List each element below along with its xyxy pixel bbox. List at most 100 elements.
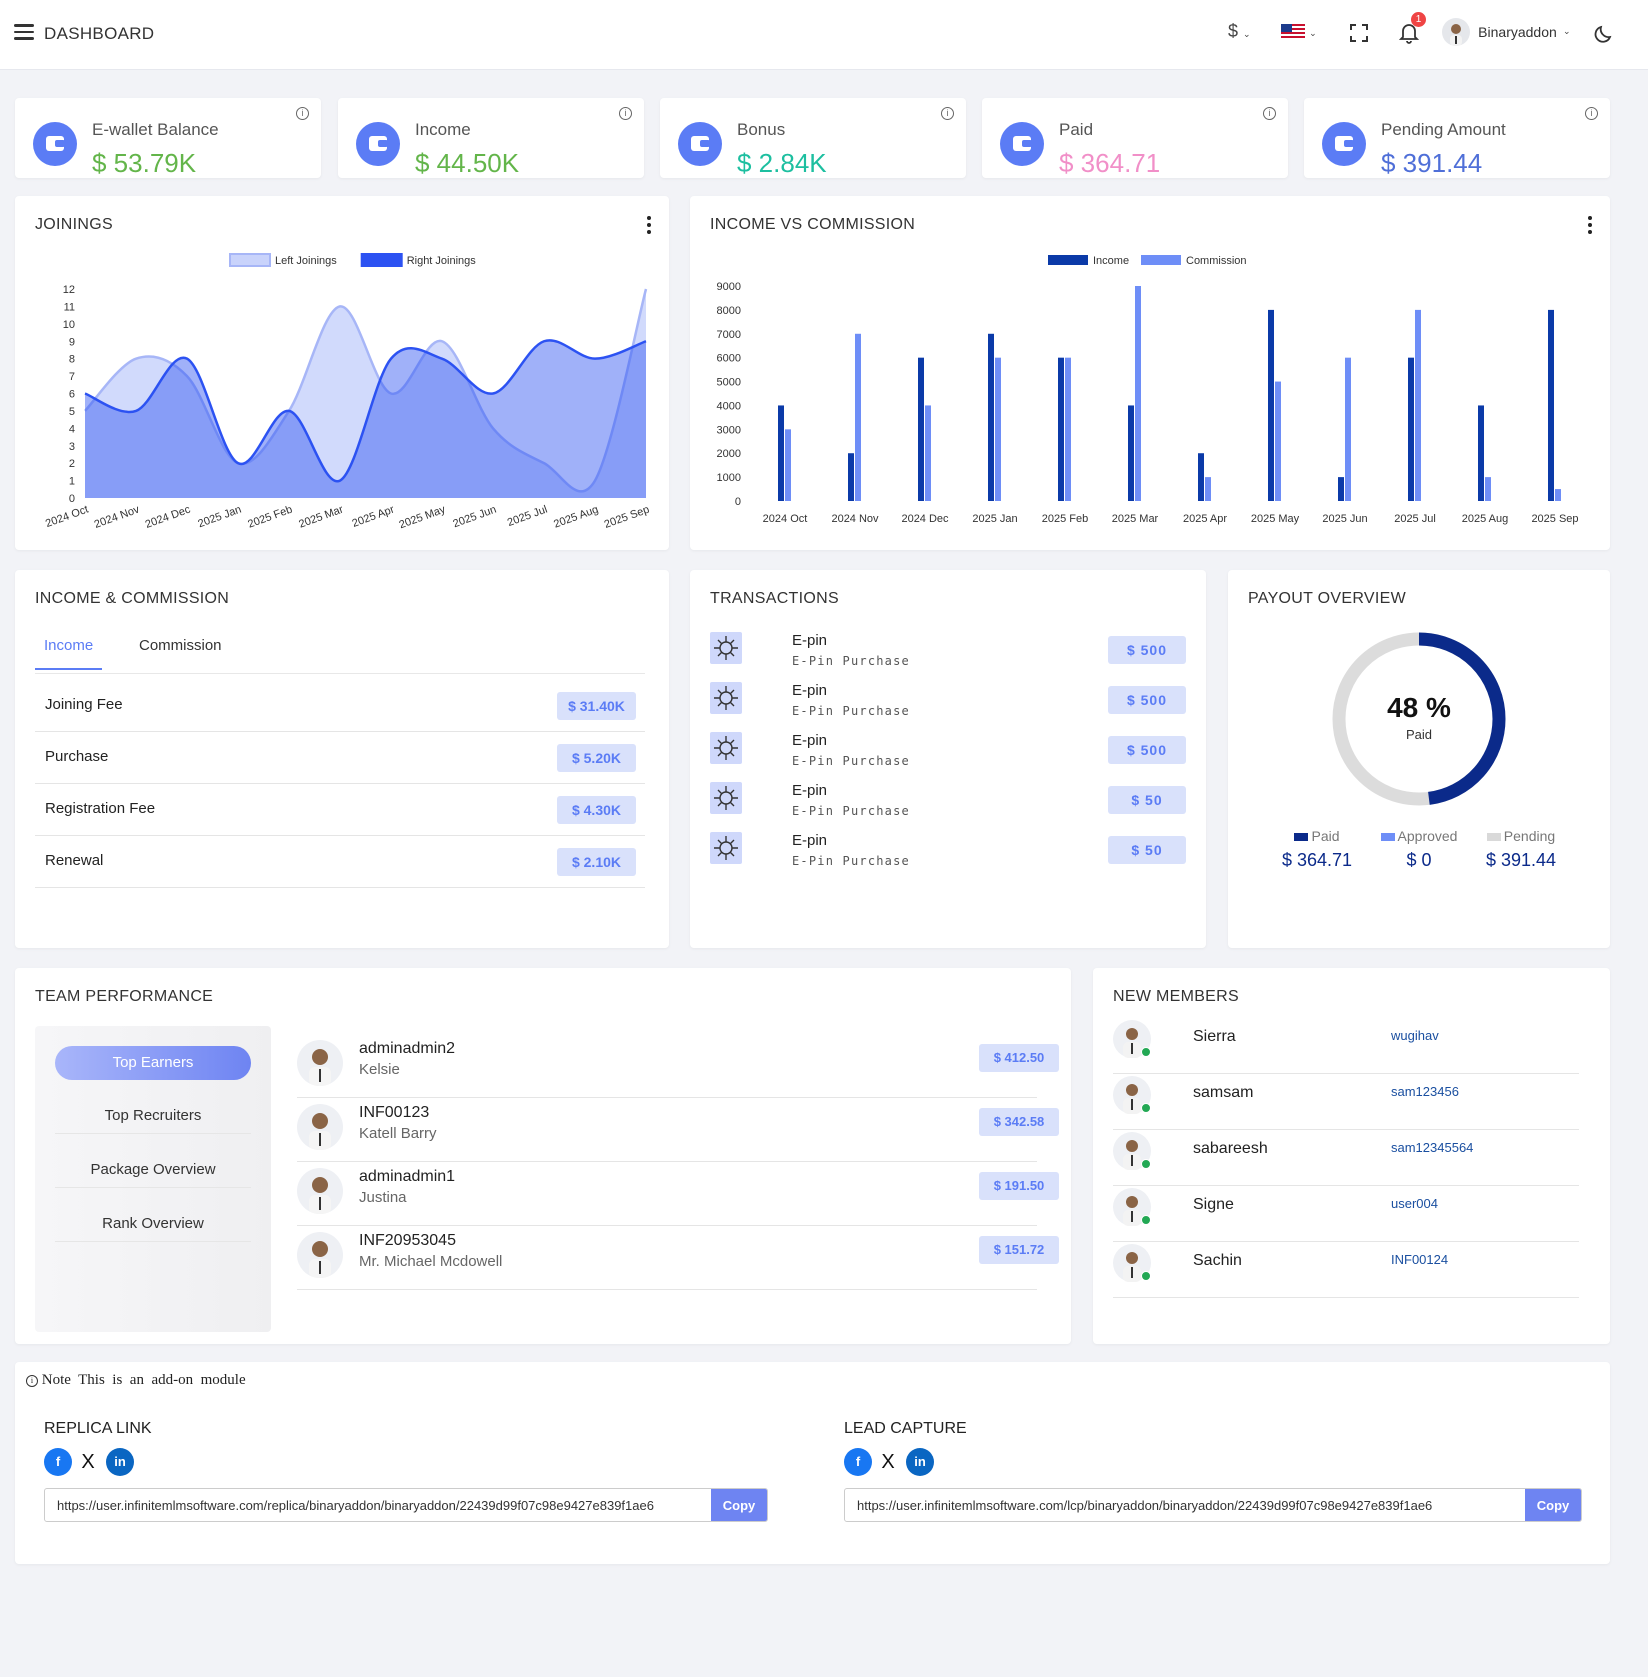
- new-members-list[interactable]: Sierrawugihavsamsamsam123456sabareeshsam…: [1093, 1018, 1610, 1326]
- y-tick-label: 6: [69, 389, 75, 401]
- tab-income[interactable]: Income: [35, 634, 102, 670]
- list-item: E-pinE-Pin Purchase$ 500: [710, 732, 1190, 782]
- y-tick-label: 10: [63, 319, 75, 331]
- info-icon[interactable]: i: [619, 107, 632, 120]
- joinings-card: JOININGS 01234567891011122024 Oct2024 No…: [15, 196, 669, 550]
- amount-badge: $ 412.50: [979, 1044, 1059, 1072]
- chevron-down-icon: ⌄: [1243, 29, 1251, 39]
- online-status-dot: [1141, 1271, 1151, 1281]
- replica-link-input[interactable]: [45, 1489, 713, 1521]
- epin-icon: [710, 632, 742, 664]
- list-item: samsamsam123456: [1113, 1074, 1579, 1130]
- table-row: Joining Fee$ 31.40K: [35, 680, 645, 732]
- top-recruiters-tab[interactable]: Top Recruiters: [55, 1098, 251, 1134]
- notification-bell-icon[interactable]: 1: [1399, 22, 1419, 48]
- amount-badge: $ 2.10K: [557, 848, 636, 876]
- user-avatar: [1442, 18, 1470, 46]
- bar: [1205, 477, 1211, 501]
- stat-label: Pending Amount: [1381, 120, 1506, 140]
- transaction-title: E-pin: [792, 682, 827, 699]
- legend-text: Approved: [1398, 828, 1458, 844]
- member-username: wugihav: [1391, 1028, 1439, 1043]
- currency-selector[interactable]: $ ⌄: [1228, 21, 1251, 42]
- payout-legend-value: $ 364.71: [1264, 850, 1370, 871]
- x-tick-label: 2024 Nov: [93, 503, 142, 531]
- info-icon[interactable]: i: [1585, 107, 1598, 120]
- x-tick-label: 2024 Dec: [901, 513, 949, 525]
- table-row: Registration Fee$ 4.30K: [35, 784, 645, 836]
- tab-commission[interactable]: Commission: [130, 634, 231, 670]
- lead-capture-link-box: Copy: [844, 1488, 1582, 1522]
- income-commission-card: INCOME & COMMISSION Income Commission Jo…: [15, 570, 669, 948]
- amount-badge: $ 4.30K: [557, 796, 636, 824]
- stat-label: E-wallet Balance: [92, 120, 219, 140]
- top-earners-tab[interactable]: Top Earners: [55, 1046, 251, 1080]
- info-icon[interactable]: i: [296, 107, 309, 120]
- member-username: INF00123: [359, 1104, 429, 1122]
- bar: [848, 453, 854, 501]
- lead-capture-link-input[interactable]: [845, 1489, 1527, 1521]
- member-name: samsam: [1193, 1084, 1253, 1102]
- replica-copy-button[interactable]: Copy: [711, 1489, 767, 1521]
- x-tick-label: 2025 Jan: [972, 513, 1017, 525]
- amount-badge: $ 151.72: [979, 1236, 1059, 1264]
- y-tick-label: 0: [69, 493, 75, 505]
- online-status-dot: [1141, 1215, 1151, 1225]
- y-tick-label: 6000: [717, 353, 741, 365]
- bar: [1408, 358, 1414, 501]
- transaction-title: E-pin: [792, 732, 827, 749]
- x-tick-label: 2025 May: [398, 503, 448, 531]
- stat-value: $ 391.44: [1381, 148, 1482, 179]
- y-tick-label: 12: [63, 284, 75, 296]
- y-tick-label: 3: [69, 441, 75, 453]
- fullscreen-icon[interactable]: [1350, 24, 1368, 46]
- notification-badge: 1: [1411, 12, 1426, 27]
- hamburger-menu-icon[interactable]: [14, 24, 34, 40]
- links-card: i Note This is an add-on module REPLICA …: [15, 1362, 1610, 1564]
- bar: [1548, 310, 1554, 501]
- member-username: user004: [1391, 1196, 1438, 1211]
- package-overview-tab[interactable]: Package Overview: [55, 1152, 251, 1188]
- member-avatar: [297, 1040, 343, 1086]
- stat-value: $ 44.50K: [415, 148, 519, 179]
- info-icon[interactable]: i: [1263, 107, 1276, 120]
- amount-badge: $ 50: [1108, 836, 1186, 864]
- rank-overview-tab[interactable]: Rank Overview: [55, 1206, 251, 1242]
- user-menu[interactable]: Binaryaddon ⌄: [1442, 18, 1565, 50]
- stat-value: $ 364.71: [1059, 148, 1160, 179]
- epin-icon: [710, 682, 742, 714]
- facebook-share-icon[interactable]: f: [844, 1448, 872, 1476]
- member-name: Sachin: [1193, 1252, 1242, 1270]
- x-share-icon[interactable]: X: [874, 1448, 902, 1476]
- coin-icon: [678, 122, 722, 166]
- dark-mode-moon-icon[interactable]: [1594, 24, 1614, 48]
- facebook-share-icon[interactable]: f: [44, 1448, 72, 1476]
- epin-icon: [710, 832, 742, 864]
- linkedin-share-icon[interactable]: in: [106, 1448, 134, 1476]
- income-type-label: Joining Fee: [45, 696, 123, 713]
- lead-capture-copy-button[interactable]: Copy: [1525, 1489, 1581, 1521]
- transaction-subtitle: E-Pin Purchase: [792, 754, 910, 768]
- list-item: E-pinE-Pin Purchase$ 50: [710, 782, 1190, 832]
- table-row: adminadmin2Kelsie$ 412.50: [297, 1034, 1037, 1098]
- income-vs-commission-card: INCOME VS COMMISSION 0100020003000400050…: [690, 196, 1610, 550]
- stat-value: $ 2.84K: [737, 148, 827, 179]
- x-share-icon[interactable]: X: [74, 1448, 102, 1476]
- x-tick-label: 2025 Jul: [506, 504, 549, 530]
- payout-percent: 48 %: [1324, 692, 1514, 724]
- language-selector[interactable]: ⌄: [1281, 24, 1317, 44]
- member-name: sabareesh: [1193, 1140, 1268, 1158]
- team-performance-menu: Top Earners Top Recruiters Package Overv…: [35, 1026, 271, 1332]
- info-icon[interactable]: i: [941, 107, 954, 120]
- linkedin-share-icon[interactable]: in: [906, 1448, 934, 1476]
- x-tick-label: 2025 Sep: [1531, 513, 1578, 525]
- lead-capture-title: LEAD CAPTURE: [844, 1420, 967, 1438]
- x-tick-label: 2025 Apr: [351, 503, 397, 529]
- member-fullname: Mr. Michael Mcdowell: [359, 1253, 502, 1270]
- x-tick-label: 2025 Jun: [1322, 513, 1367, 525]
- x-tick-label: 2025 May: [1251, 513, 1300, 525]
- table-row: Purchase$ 5.20K: [35, 732, 645, 784]
- member-fullname: Katell Barry: [359, 1125, 437, 1142]
- payout-overview-card: PAYOUT OVERVIEW 48 % Paid Paid$ 364.71Ap…: [1228, 570, 1610, 948]
- transaction-subtitle: E-Pin Purchase: [792, 854, 910, 868]
